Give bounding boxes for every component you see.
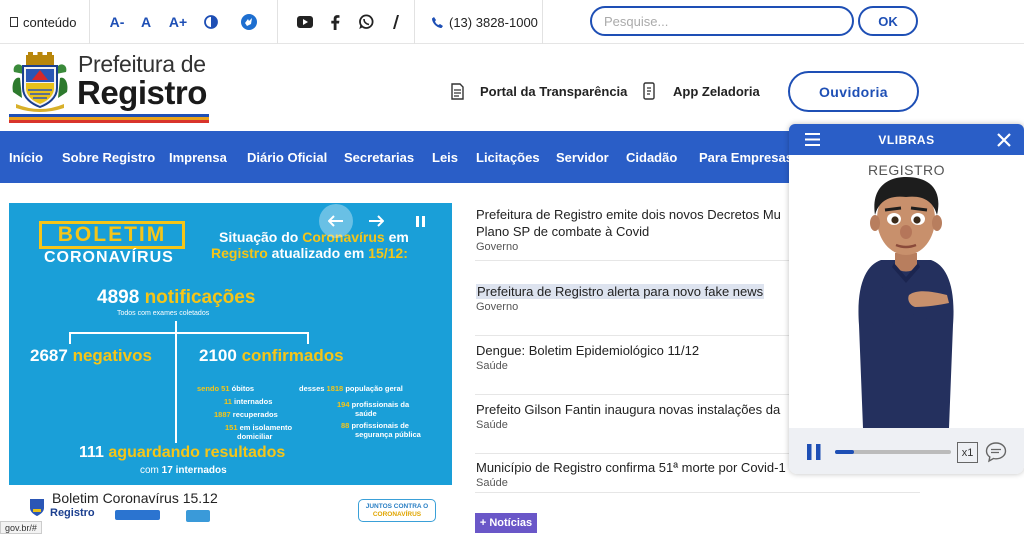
phone-app-icon <box>643 82 655 100</box>
skip-content-label: conteúdo <box>23 14 77 30</box>
issuu-icon[interactable] <box>386 12 406 32</box>
hospitalized-stat: 11 internados <box>224 397 273 406</box>
health-professionals-stat: 194 profissionais da saúde <box>337 400 410 418</box>
nav-item-inicio[interactable]: Início <box>9 131 43 183</box>
vigilancia-logo-icon <box>186 510 210 522</box>
nav-item-diario-oficial[interactable]: Diário Oficial <box>247 131 327 183</box>
recovered-stat: 1887 recuperados <box>214 410 278 419</box>
search-ok-button[interactable]: OK <box>858 6 918 36</box>
negatives-stat: 2687 negativos <box>30 346 152 365</box>
news-category: Governo <box>476 241 519 253</box>
notifications-stat: 4898 notificações <box>97 287 256 308</box>
document-icon <box>451 82 464 100</box>
vlibras-controls: x1 <box>789 428 1024 474</box>
registro-footer-logo-text: Registro <box>50 507 95 519</box>
app-zeladoria-label: App Zeladoria <box>673 83 760 99</box>
nav-item-sobre-registro[interactable]: Sobre Registro <box>62 131 155 183</box>
registro-small-logo-icon <box>28 497 46 517</box>
confirmed-stat: 2100 confirmados <box>199 346 344 365</box>
boletim-badge: BOLETIM <box>39 221 185 249</box>
home-isolation-stat: 151 em isolamento domiciliar <box>225 423 293 441</box>
nav-item-licitacoes[interactable]: Licitações <box>476 131 540 183</box>
playback-progress-track[interactable] <box>835 450 951 454</box>
libras-accessibility-icon[interactable] <box>239 12 259 32</box>
avatar-stage: REGISTRO <box>789 155 1024 428</box>
news-title: Prefeito Gilson Fantin inaugura novas in… <box>476 402 781 417</box>
transparency-portal-link[interactable]: Portal da Transparência <box>451 80 627 102</box>
deaths-stat: sendo 51 óbitos <box>197 384 255 393</box>
contrast-icon[interactable] <box>201 12 221 32</box>
search-input[interactable] <box>590 6 854 36</box>
juntos-contra-coronavirus-badge: JUNTOS CONTRA O CORONAVÍRUS <box>358 499 436 522</box>
slider-next-button[interactable] <box>361 206 391 236</box>
news-category: Governo <box>476 301 519 313</box>
more-news-button[interactable]: + Notícias <box>475 513 537 533</box>
play-pause-icon[interactable] <box>807 444 821 460</box>
news-title: Prefeitura de Registro alerta para novo … <box>476 284 765 299</box>
accessibility-bar: conteúdo A- A A+ (13) 3828-1000 OK <box>0 0 1024 44</box>
news-title: Dengue: Boletim Epidemiológico 11/12 <box>476 343 700 358</box>
arrow-left-icon <box>328 215 343 227</box>
youtube-icon[interactable] <box>295 12 315 32</box>
menu-icon[interactable] <box>804 131 821 148</box>
coronavirus-badge-label: CORONAVÍRUS <box>44 249 174 266</box>
facebook-icon[interactable] <box>325 12 345 32</box>
vlibras-widget: VLIBRAS REGISTRO x1 <box>789 124 1024 474</box>
awaiting-subtitle: com 17 internados <box>140 465 227 476</box>
arrow-right-icon <box>369 215 384 227</box>
news-category: Saúde <box>476 477 508 489</box>
ouvidoria-button[interactable]: Ouvidoria <box>788 71 919 112</box>
status-bar-url: gov.br/# <box>0 521 42 534</box>
brand-stripe-red <box>9 120 209 123</box>
font-decrease-button[interactable]: A- <box>106 12 128 32</box>
document-icon <box>10 17 18 27</box>
notifications-subtitle: Todos com exames coletados <box>117 310 210 317</box>
news-title: Município de Registro confirma 51ª morte… <box>476 460 786 475</box>
city-coat-of-arms-logo[interactable] <box>10 52 70 112</box>
nav-item-leis[interactable]: Leis <box>432 131 458 183</box>
tree-line <box>69 332 71 344</box>
news-category: Saúde <box>476 360 508 372</box>
slider-prev-button[interactable] <box>319 204 353 238</box>
security-professionals-stat: 88 profissionais de segurança pública <box>341 421 421 439</box>
slide-heading-line2: Registro atualizado em 15/12: <box>211 245 408 261</box>
whatsapp-icon[interactable] <box>356 12 376 32</box>
news-category: Saúde <box>476 419 508 431</box>
close-icon[interactable] <box>996 132 1012 148</box>
slider-pause-button[interactable] <box>409 208 431 234</box>
skip-to-content-link[interactable]: conteúdo <box>10 0 77 44</box>
subtitle-icon[interactable] <box>985 441 1007 463</box>
transparency-portal-label: Portal da Transparência <box>480 83 628 99</box>
general-population-stat: desses 1818 população geral <box>299 384 403 393</box>
app-zeladoria-link[interactable]: App Zeladoria <box>643 80 760 102</box>
awaiting-results-stat: 111 aguardando resultados <box>79 444 286 461</box>
speed-button[interactable]: x1 <box>957 442 978 463</box>
news-title: Prefeitura de Registro emite dois novos … <box>476 207 781 239</box>
phone-number: (13) 3828-1000 <box>449 14 538 30</box>
slide-caption[interactable]: Boletim Coronavírus 15.12 <box>52 490 218 506</box>
playback-progress-fill <box>835 450 854 454</box>
nav-item-servidor[interactable]: Servidor <box>556 131 609 183</box>
tree-line <box>175 333 177 443</box>
phone-contact[interactable]: (13) 3828-1000 <box>432 0 538 44</box>
nav-item-cidadao[interactable]: Cidadão <box>626 131 677 183</box>
font-reset-button[interactable]: A <box>137 12 155 32</box>
pause-icon <box>415 215 425 227</box>
font-increase-button[interactable]: A+ <box>166 12 190 32</box>
site-title-line2: Registro <box>77 74 207 111</box>
nav-item-para-empresas[interactable]: Para Empresas <box>699 131 793 183</box>
sus-logo-icon <box>115 510 160 520</box>
phone-icon <box>432 16 443 28</box>
nav-item-secretarias[interactable]: Secretarias <box>344 131 414 183</box>
news-slider[interactable]: BOLETIM CORONAVÍRUS Situação do Coronaví… <box>9 203 452 485</box>
sign-language-avatar <box>851 175 961 428</box>
tree-line <box>307 332 309 344</box>
vlibras-title: VLIBRAS <box>878 132 935 147</box>
nav-item-imprensa[interactable]: Imprensa <box>169 131 227 183</box>
tree-line <box>69 332 309 334</box>
